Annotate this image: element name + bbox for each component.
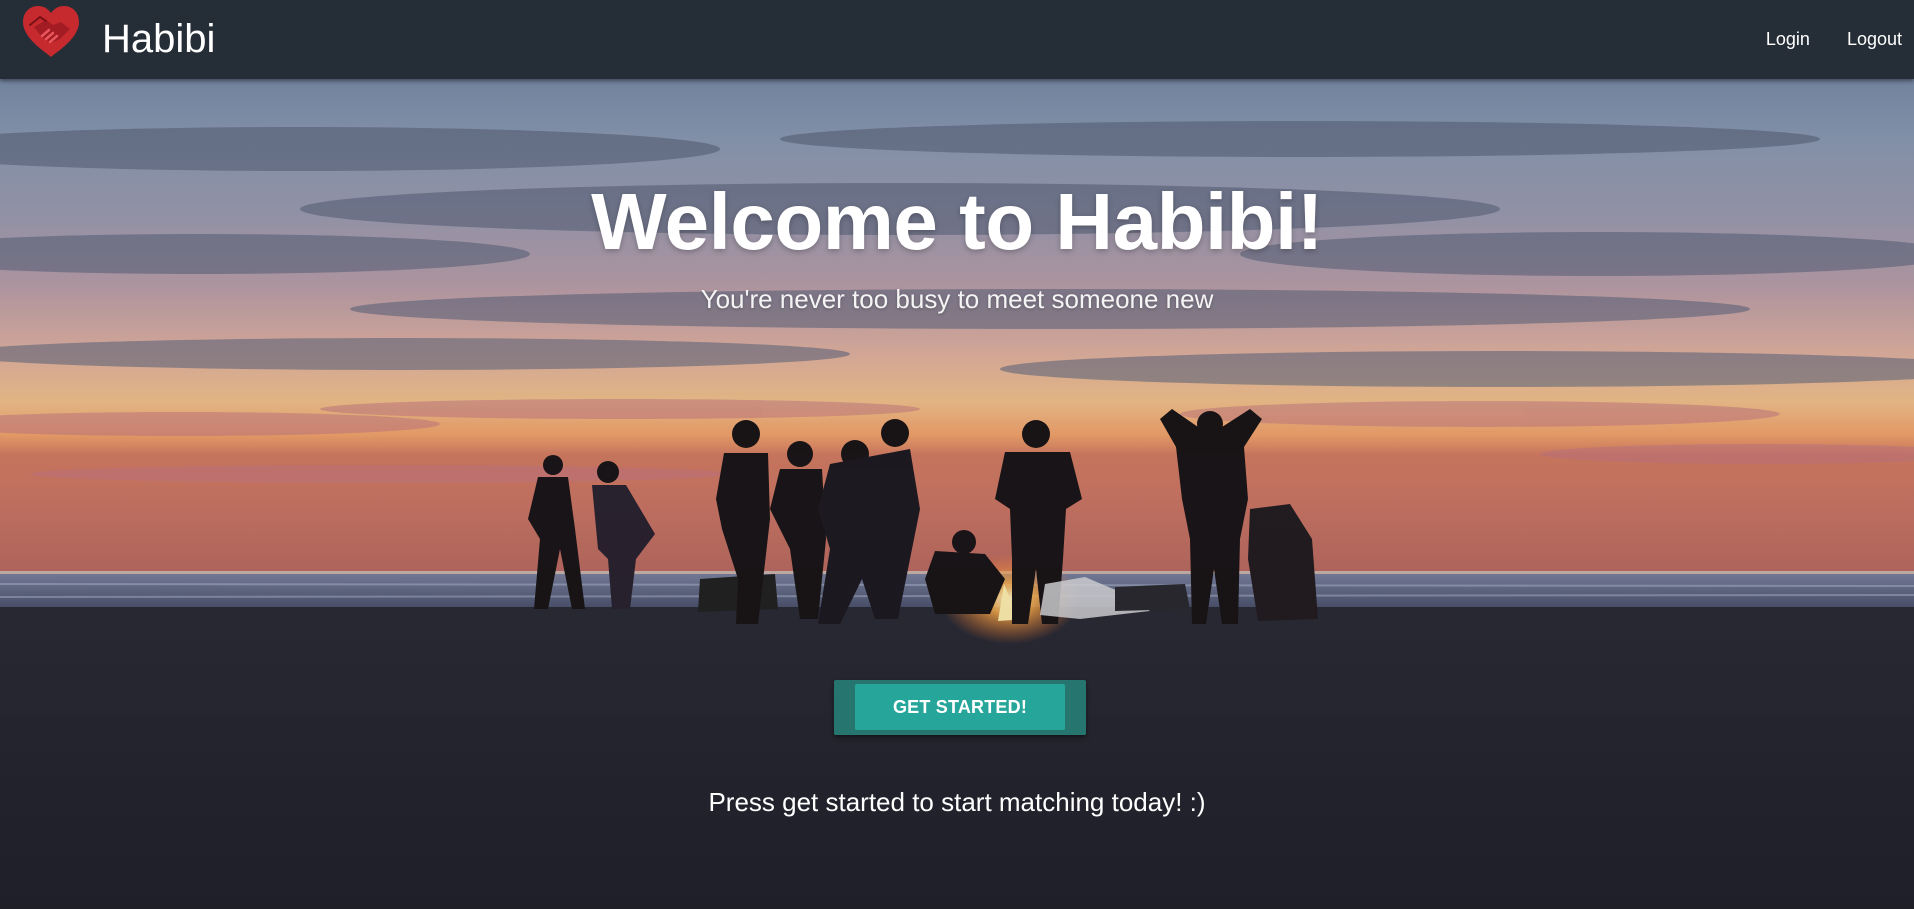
heart-handshake-icon[interactable]	[20, 3, 82, 59]
hero-note: Press get started to start matching toda…	[708, 787, 1206, 817]
logout-link[interactable]: Logout	[1847, 29, 1902, 50]
hero-subtitle: You're never too busy to meet someone ne…	[700, 284, 1214, 314]
nav-links: Login Logout	[1729, 0, 1914, 79]
top-navbar: Habibi Login Logout	[0, 0, 1914, 79]
get-started-button[interactable]: GET STARTED!	[855, 684, 1065, 730]
brand-name[interactable]: Habibi	[102, 14, 215, 64]
login-link[interactable]: Login	[1766, 29, 1810, 50]
hero-title: Welcome to Habibi!	[591, 177, 1323, 266]
